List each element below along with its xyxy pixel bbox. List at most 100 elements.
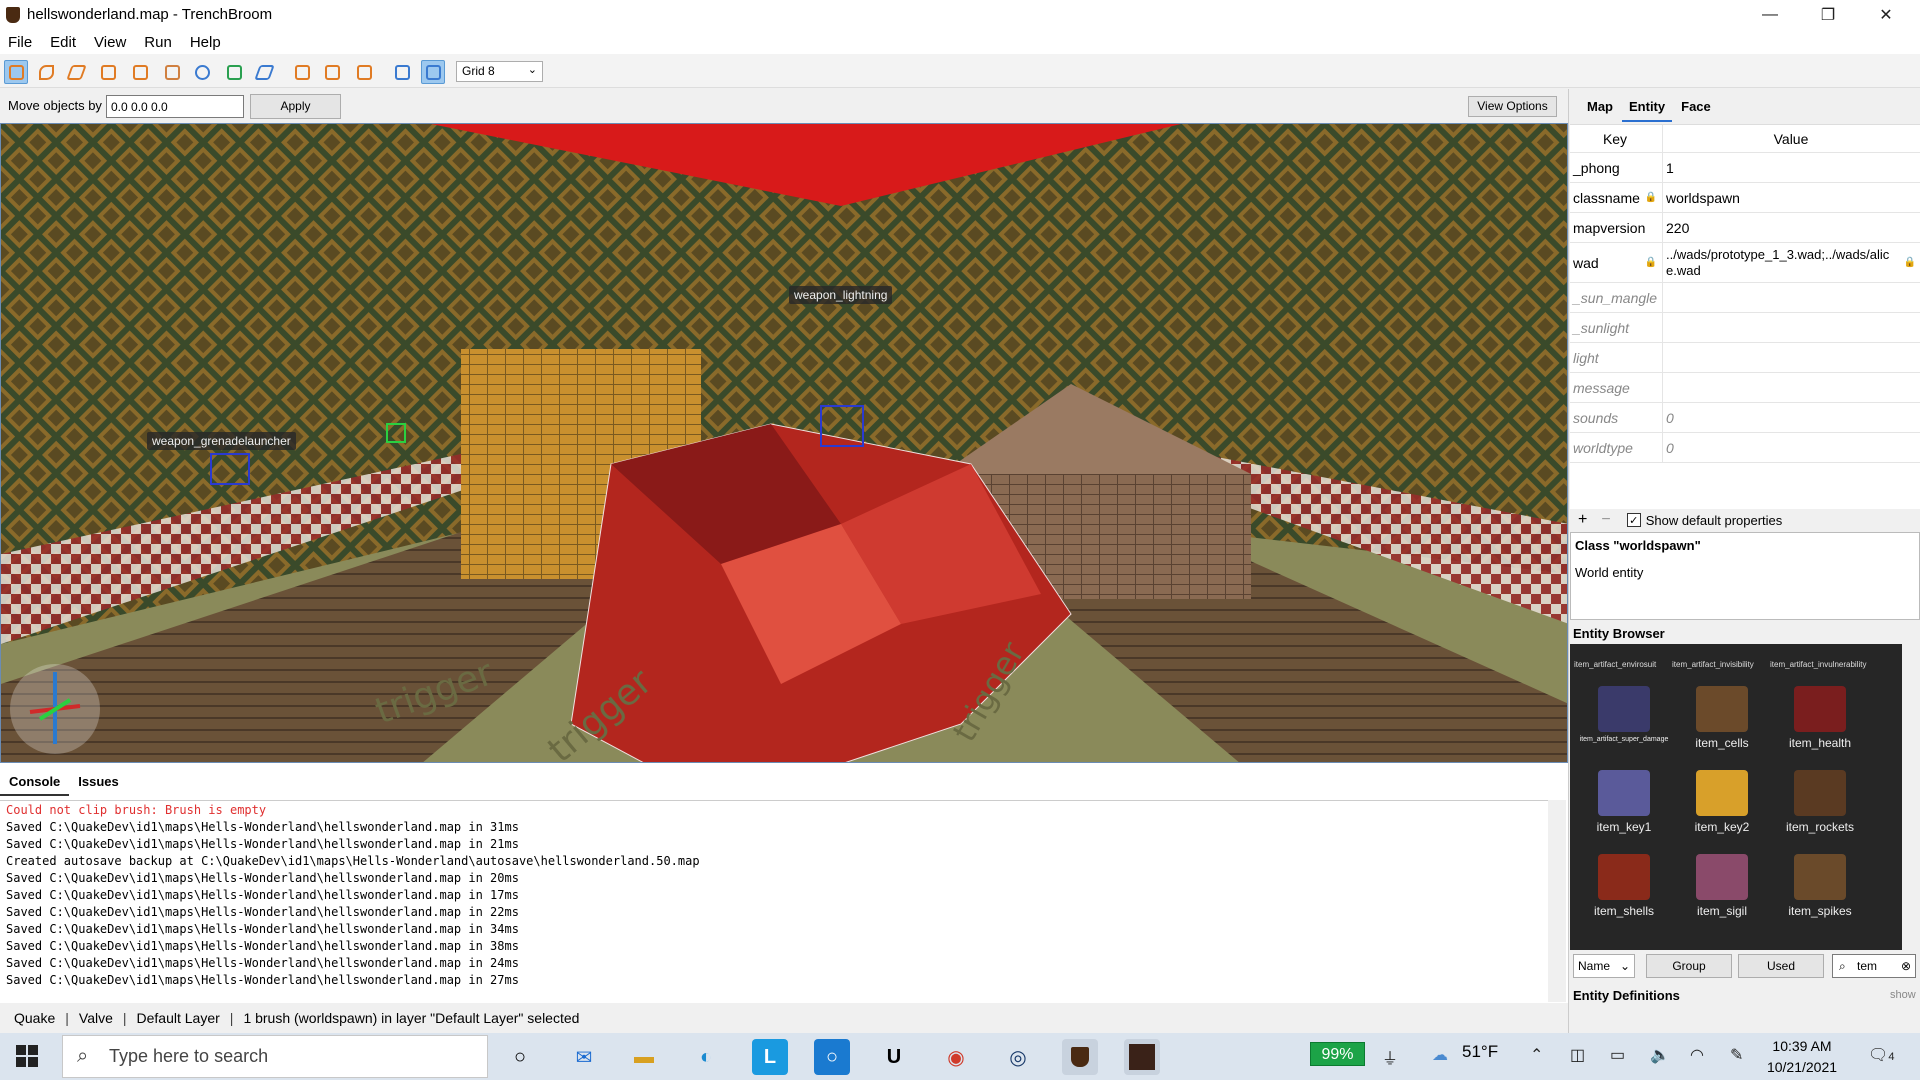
entity-item-label[interactable]: item_artifact_envirosuit bbox=[1574, 660, 1656, 669]
property-key[interactable]: _sunlight bbox=[1570, 313, 1663, 342]
entity-item[interactable]: item_shells bbox=[1574, 854, 1674, 918]
tab-console[interactable]: Console bbox=[0, 770, 70, 796]
blue-app-icon[interactable]: ○ bbox=[814, 1039, 850, 1075]
restore-icon[interactable]: ❐ bbox=[1800, 0, 1856, 30]
property-key[interactable]: sounds bbox=[1570, 403, 1663, 432]
property-row[interactable]: mapversion 220 bbox=[1570, 213, 1920, 243]
move-objects-input[interactable] bbox=[106, 95, 244, 118]
taskbar-search-box[interactable]: ⌕ Type here to search bbox=[62, 1035, 488, 1078]
rotate-tool-icon[interactable] bbox=[190, 60, 214, 84]
sort-select[interactable]: Name ⌄ bbox=[1573, 954, 1635, 978]
view-options-button[interactable]: View Options bbox=[1468, 96, 1557, 117]
property-key[interactable]: light bbox=[1570, 343, 1663, 372]
l-app-icon[interactable]: L bbox=[752, 1039, 788, 1075]
edge-tool-icon[interactable] bbox=[128, 60, 152, 84]
tab-entity[interactable]: Entity bbox=[1622, 97, 1673, 122]
select-tool-icon[interactable] bbox=[4, 60, 28, 84]
grid-size-select[interactable]: Grid 8 ⌄ bbox=[456, 61, 543, 82]
entity-browser-scrollbar[interactable] bbox=[1902, 644, 1920, 950]
console-scrollbar[interactable] bbox=[1548, 800, 1566, 1002]
property-value[interactable]: 220 bbox=[1663, 220, 1920, 236]
property-key[interactable]: worldtype bbox=[1570, 433, 1663, 462]
property-row[interactable]: wad 🔒 ../wads/prototype_1_3.wad;../wads/al… bbox=[1570, 243, 1920, 283]
battery-icon[interactable]: ▭ bbox=[1610, 1045, 1625, 1065]
vertex-tool-icon[interactable] bbox=[96, 60, 120, 84]
property-row[interactable]: sounds 0 bbox=[1570, 403, 1920, 433]
used-button[interactable]: Used bbox=[1738, 954, 1824, 978]
entity-item-label[interactable]: item_artifact_invisibility bbox=[1672, 660, 1754, 669]
entity-browser-grid[interactable]: item_artifact_envirosuit item_artifact_in… bbox=[1570, 644, 1902, 950]
property-key[interactable]: wad 🔒 bbox=[1570, 243, 1663, 282]
menu-view[interactable]: View bbox=[94, 34, 126, 51]
property-key[interactable]: message bbox=[1570, 373, 1663, 402]
clip-tool-icon[interactable] bbox=[64, 60, 88, 84]
property-key[interactable]: _sun_mangle bbox=[1570, 283, 1663, 312]
chrome-icon[interactable]: ◉ bbox=[938, 1039, 974, 1075]
trenchbroom-taskbar-icon[interactable] bbox=[1062, 1039, 1098, 1075]
menu-help[interactable]: Help bbox=[190, 34, 221, 51]
entity-item[interactable]: item_key2 bbox=[1672, 770, 1772, 834]
volume-icon[interactable]: 🔈 bbox=[1650, 1045, 1670, 1065]
group-button[interactable]: Group bbox=[1646, 954, 1732, 978]
face-tool-icon[interactable] bbox=[160, 60, 184, 84]
property-row[interactable]: _sun_mangle bbox=[1570, 283, 1920, 313]
menu-file[interactable]: File bbox=[8, 34, 32, 51]
property-row[interactable]: _phong 1 bbox=[1570, 153, 1920, 183]
menu-edit[interactable]: Edit bbox=[50, 34, 76, 51]
weather-temperature[interactable]: 51°F bbox=[1462, 1042, 1498, 1062]
property-row[interactable]: _sunlight bbox=[1570, 313, 1920, 343]
map-3d-viewport[interactable]: trigger trigger trigger weapon_lightning… bbox=[0, 123, 1568, 763]
property-value[interactable]: 0 bbox=[1663, 440, 1920, 456]
property-value[interactable]: ../wads/prototype_1_3.wad;../wads/alice.… bbox=[1663, 247, 1920, 279]
property-row[interactable]: light bbox=[1570, 343, 1920, 373]
property-value[interactable]: 0 bbox=[1663, 410, 1920, 426]
tab-face[interactable]: Face bbox=[1674, 97, 1718, 122]
entity-item-label[interactable]: item_artifact_invulnerability bbox=[1770, 660, 1867, 669]
property-key[interactable]: mapversion bbox=[1570, 213, 1663, 242]
property-value[interactable]: worldspawn bbox=[1663, 190, 1920, 206]
entity-item[interactable]: item_artifact_super_damage bbox=[1574, 686, 1674, 743]
apply-button[interactable]: Apply bbox=[250, 94, 341, 119]
windows-start-icon[interactable] bbox=[16, 1045, 38, 1067]
property-row[interactable]: worldtype 0 bbox=[1570, 433, 1920, 463]
property-key[interactable]: classname 🔒 bbox=[1570, 183, 1663, 212]
property-row[interactable]: classname 🔒 worldspawn bbox=[1570, 183, 1920, 213]
entity-definitions-show-link[interactable]: show bbox=[1890, 989, 1916, 1001]
taskbar-clock[interactable]: 10:39 AM 10/21/2021 bbox=[1758, 1036, 1846, 1078]
tab-map[interactable]: Map bbox=[1580, 97, 1620, 122]
property-value[interactable]: 1 bbox=[1663, 160, 1920, 176]
unreal-engine-icon[interactable]: U bbox=[876, 1039, 912, 1075]
uv-lock-icon[interactable] bbox=[421, 60, 445, 84]
minimize-icon[interactable]: — bbox=[1742, 0, 1798, 30]
menu-run[interactable]: Run bbox=[144, 34, 172, 51]
webcam-icon[interactable]: ◫ bbox=[1570, 1045, 1585, 1065]
entity-item[interactable]: item_cells bbox=[1672, 686, 1772, 750]
shear-tool-icon[interactable] bbox=[252, 60, 276, 84]
tab-issues[interactable]: Issues bbox=[69, 770, 127, 796]
show-default-properties-checkbox[interactable]: ✓ bbox=[1626, 513, 1641, 527]
property-key[interactable]: _phong bbox=[1570, 153, 1663, 182]
entity-item[interactable]: item_key1 bbox=[1574, 770, 1674, 834]
entity-item[interactable]: item_health bbox=[1770, 686, 1870, 750]
chevron-up-icon[interactable]: ⌃ bbox=[1530, 1045, 1543, 1065]
entity-search-input[interactable]: ⌕ tem ⊗ bbox=[1832, 954, 1916, 978]
duplicate-icon[interactable] bbox=[290, 60, 314, 84]
steam-icon[interactable]: ◎ bbox=[1000, 1039, 1036, 1075]
battery-indicator[interactable]: 99% bbox=[1310, 1042, 1365, 1066]
pen-icon[interactable]: ✎ bbox=[1730, 1045, 1743, 1065]
notifications-icon[interactable]: 🗨4 bbox=[1868, 1045, 1894, 1065]
remove-property-icon[interactable]: − bbox=[1601, 511, 1610, 529]
flip-horizontal-icon[interactable] bbox=[320, 60, 344, 84]
task-view-icon[interactable]: ○ bbox=[502, 1039, 538, 1075]
add-property-icon[interactable]: + bbox=[1578, 511, 1587, 529]
entity-item[interactable]: item_spikes bbox=[1770, 854, 1870, 918]
entity-item[interactable]: item_rockets bbox=[1770, 770, 1870, 834]
brush-tool-icon[interactable] bbox=[34, 60, 58, 84]
flip-vertical-icon[interactable] bbox=[352, 60, 376, 84]
wifi-icon[interactable]: ◠ bbox=[1690, 1045, 1704, 1065]
mail-icon[interactable]: ✉ bbox=[566, 1039, 602, 1075]
edge-browser-icon[interactable]: ◐ bbox=[688, 1039, 724, 1075]
scale-tool-icon[interactable] bbox=[222, 60, 246, 84]
clear-search-icon[interactable]: ⊗ bbox=[1901, 955, 1911, 977]
entity-item[interactable]: item_sigil bbox=[1672, 854, 1772, 918]
